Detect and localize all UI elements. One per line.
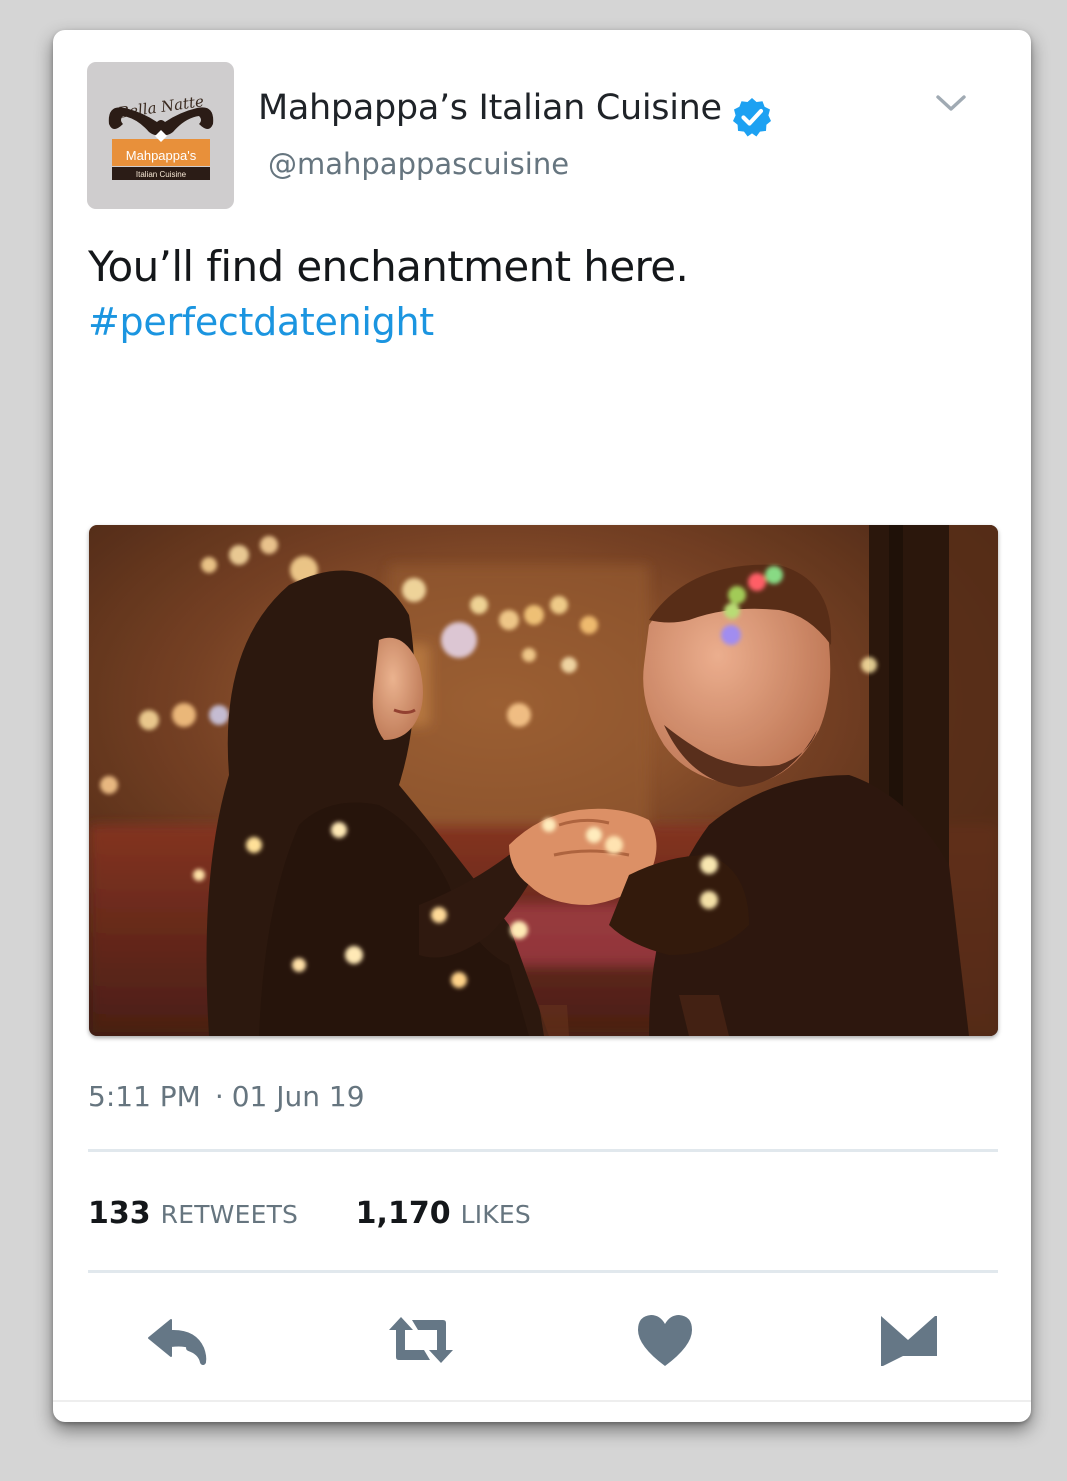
verified-badge-icon [733,98,771,137]
chevron-down-icon[interactable] [933,90,969,116]
envelope-icon [881,1316,937,1366]
couple-dinner-photo [89,525,998,1036]
tweet-text: You’ll find enchantment here. [88,242,689,291]
retweets-count: 133 [88,1196,151,1231]
reply-button[interactable] [143,1310,213,1370]
divider-top [88,1149,998,1152]
avatar[interactable]: Bella Natte Mahpappa's Italian Cuisine [87,62,234,209]
reply-icon [148,1319,207,1365]
retweets-label: RETWEETS [160,1200,299,1229]
tweet-date: 01 Jun 19 [231,1080,365,1113]
timestamp-separator: · [214,1080,224,1113]
restaurant-logo: Bella Natte Mahpappa's Italian Cuisine [108,92,214,180]
direct-message-button[interactable] [873,1310,943,1370]
display-name[interactable]: Mahpappa’s Italian Cuisine [258,88,722,128]
like-button[interactable] [630,1310,700,1370]
likes-stat[interactable]: 1,170 LIKES [356,1196,531,1231]
likes-label: LIKES [460,1200,531,1229]
logo-brand-text: Mahpappa's [126,148,197,163]
card-bottom-line [53,1400,1031,1402]
tweet-photo[interactable] [89,525,998,1036]
tweet-card: Bella Natte Mahpappa's Italian Cuisine M… [53,30,1031,1422]
tweet-timestamp[interactable]: 5:11 PM · 01 Jun 19 [88,1080,365,1113]
tweet-time: 5:11 PM [88,1080,201,1113]
divider-bottom [88,1270,998,1273]
heart-icon [638,1315,692,1366]
hashtag-link[interactable]: #perfectdatenight [88,300,434,344]
user-handle[interactable]: @mahpappascuisine [268,147,569,181]
likes-count: 1,170 [355,1196,451,1231]
retweets-stat[interactable]: 133 RETWEETS [88,1196,298,1231]
tweet-actions [53,1310,1031,1380]
tweet-stats: 133 RETWEETS 1,170 LIKES [88,1196,579,1231]
retweet-button[interactable] [386,1310,456,1370]
retweet-icon [389,1317,453,1363]
logo-sub-text: Italian Cuisine [136,170,187,179]
